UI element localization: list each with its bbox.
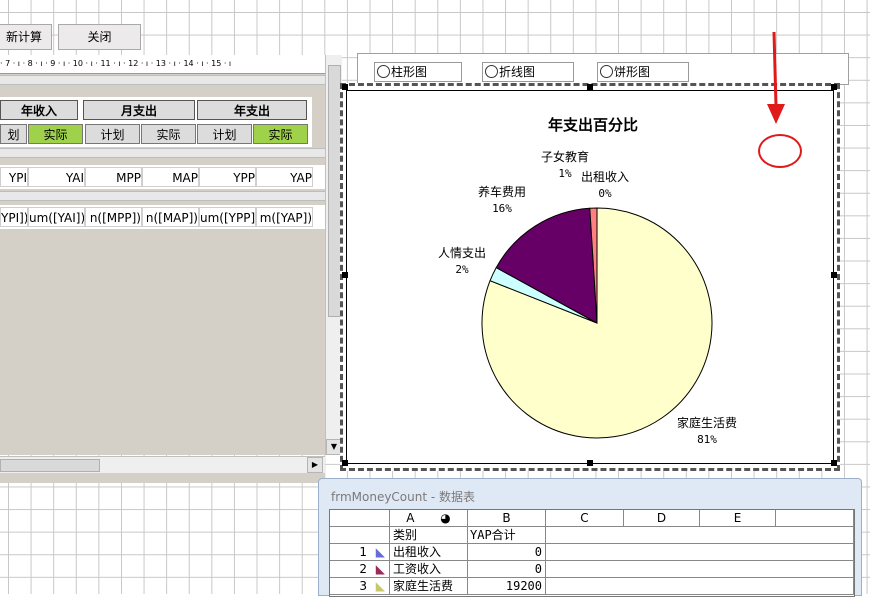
column-header-blank[interactable] [776, 510, 854, 527]
slice-label: 人情支出 [438, 246, 486, 260]
pie-slice-icon: ◣ [376, 578, 385, 595]
radio-bar-chart-label: 柱形图 [391, 65, 427, 79]
datasheet-grid[interactable]: A ◕ B C D E 类别 YAP合计 1◣ 出租收入 0 2◣ 工资收入 0… [329, 509, 855, 597]
radio-bar-chart[interactable]: 柱形图 [374, 62, 462, 82]
sum-yai[interactable]: um([YAI]) [28, 207, 85, 227]
radio-line-chart[interactable]: 折线图 [482, 62, 574, 82]
yap-total-header-cell[interactable]: YAP合计 [468, 527, 546, 544]
column-a-label: A [406, 511, 414, 525]
empty-cells[interactable] [546, 561, 854, 578]
datasheet-window[interactable]: frmMoneyCount - 数据表 A ◕ B C D E 类别 YAP合计… [318, 478, 862, 596]
slice-percent-label: 81% [697, 433, 717, 446]
form-horizontal-scrollbar[interactable]: ▶ [0, 456, 325, 473]
resize-handle[interactable] [342, 84, 348, 90]
resize-handle[interactable] [831, 84, 837, 90]
field-mpp[interactable]: MPP [85, 167, 142, 187]
resize-handle[interactable] [831, 460, 837, 466]
slice-percent-label: 0% [598, 187, 612, 200]
resize-handle[interactable] [342, 460, 348, 466]
recalculate-button[interactable]: 新计算 [0, 24, 52, 50]
empty-cells[interactable] [546, 578, 854, 595]
red-arrow-annotation [764, 28, 788, 128]
section-bar-header[interactable] [0, 75, 325, 85]
radio-line-chart-label: 折线图 [499, 65, 535, 79]
datasheet-title: frmMoneyCount - 数据表 [331, 488, 475, 505]
close-button[interactable]: 关闭 [58, 24, 141, 50]
row-3-category[interactable]: 家庭生活费 [390, 578, 468, 595]
slice-label: 子女教育 [541, 149, 589, 164]
radio-circle-icon[interactable] [377, 65, 390, 78]
sum-mpp[interactable]: n([MPP]) [85, 207, 142, 227]
ruler: · 7 · ı · 8 · ı · 9 · ı · 10 · ı · 11 · … [0, 55, 325, 74]
corner-cell[interactable] [330, 510, 390, 527]
row-2-category[interactable]: 工资收入 [390, 561, 468, 578]
form-bottom-area [0, 473, 325, 483]
radio-pie-chart-label: 饼形图 [614, 65, 650, 79]
section-bar-detail[interactable] [0, 148, 325, 158]
field-yap[interactable]: YAP [256, 167, 313, 187]
scroll-right-arrow-icon[interactable]: ▶ [307, 457, 323, 473]
pie-slice-icon: ◣ [376, 561, 385, 578]
row-3-value[interactable]: 19200 [468, 578, 546, 595]
row-number: 1 [359, 545, 367, 559]
sum-yap[interactable]: m([YAP]) [256, 207, 313, 227]
header-annual-expense[interactable]: 年支出 [197, 100, 307, 120]
sum-ypi[interactable]: YPI]) [0, 207, 28, 227]
pie-slice-icon: ◣ [376, 544, 385, 561]
radio-circle-icon[interactable] [485, 65, 498, 78]
resize-handle[interactable] [342, 272, 348, 278]
resize-handle[interactable] [587, 460, 593, 466]
row-number: 3 [359, 579, 367, 593]
subheader-plan-2[interactable]: 计划 [85, 124, 140, 144]
slice-percent-label: 2% [455, 263, 469, 276]
field-map[interactable]: MAP [142, 167, 199, 187]
radio-circle-icon[interactable] [600, 65, 613, 78]
sum-map[interactable]: n([MAP]) [142, 207, 199, 227]
column-header-b[interactable]: B [468, 510, 546, 527]
subheader-plan-3[interactable]: 计划 [197, 124, 252, 144]
empty-cells[interactable] [546, 527, 854, 544]
radio-pie-chart[interactable]: 饼形图 [597, 62, 689, 82]
subheader-plan-1[interactable]: 划 [0, 124, 27, 144]
horizontal-scroll-thumb[interactable] [0, 459, 100, 472]
slice-label: 出租收入 [581, 170, 629, 184]
section-bar-footer[interactable] [0, 191, 325, 201]
resize-handle[interactable] [587, 84, 593, 90]
field-ypi[interactable]: YPI [0, 167, 28, 187]
slice-label: 养车费用 [478, 184, 526, 199]
row-header-blank[interactable] [330, 527, 390, 544]
column-header-e[interactable]: E [700, 510, 776, 527]
slice-label: 家庭生活费 [677, 415, 737, 430]
column-header-c[interactable]: C [546, 510, 624, 527]
row-1-category[interactable]: 出租收入 [390, 544, 468, 561]
row-header-1[interactable]: 1◣ [330, 544, 390, 561]
row-number: 2 [359, 562, 367, 576]
row-header-2[interactable]: 2◣ [330, 561, 390, 578]
column-header-a[interactable]: A ◕ [390, 510, 468, 527]
field-yai[interactable]: YAI [28, 167, 85, 187]
slice-percent-label: 1% [558, 167, 572, 180]
empty-cells[interactable] [546, 544, 854, 561]
field-ypp[interactable]: YPP [199, 167, 256, 187]
row-header-3[interactable]: 3◣ [330, 578, 390, 595]
row-2-value[interactable]: 0 [468, 561, 546, 578]
sum-ypp[interactable]: um([YPP]) [199, 207, 256, 227]
subheader-actual-2[interactable]: 实际 [141, 124, 196, 144]
category-header-cell[interactable]: 类别 [390, 527, 468, 544]
header-annual-income[interactable]: 年收入 [0, 100, 78, 120]
column-header-d[interactable]: D [624, 510, 700, 527]
row-1-value[interactable]: 0 [468, 544, 546, 561]
subheader-actual-3[interactable]: 实际 [253, 124, 308, 144]
red-circle-annotation [758, 134, 802, 168]
slice-percent-label: 16% [492, 202, 512, 215]
form-design-panel[interactable]: · 7 · ı · 8 · ı · 9 · ı · 10 · ı · 11 · … [0, 55, 325, 455]
resize-handle[interactable] [831, 272, 837, 278]
pie-series-icon: ◕ [440, 511, 450, 525]
chart-title: 年支出百分比 [548, 116, 638, 134]
subheader-actual-1[interactable]: 实际 [28, 124, 83, 144]
header-monthly-expense[interactable]: 月支出 [83, 100, 195, 120]
